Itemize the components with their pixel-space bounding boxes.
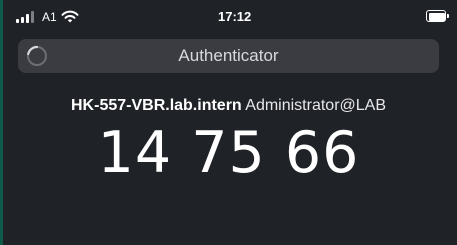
account-info: HK-557-VBR.lab.intern Administrator@LAB (0, 96, 457, 116)
server-name: HK-557-VBR.lab.intern (71, 97, 242, 114)
app-header: Authenticator (18, 39, 439, 73)
status-time: 17:12 (218, 9, 252, 24)
carrier-name: A1 (42, 10, 57, 24)
one-time-code: 14 75 66 (97, 120, 360, 186)
wifi-icon (61, 10, 79, 23)
status-bar: A1 17:12 (0, 0, 457, 32)
app-title: Authenticator (178, 46, 279, 65)
authenticator-screen: A1 17:12 Authenticator HK-557-VBR.lab.in… (0, 0, 457, 245)
signal-icon (16, 11, 36, 23)
user-name: Administrator@LAB (245, 97, 386, 114)
battery-icon (426, 10, 450, 22)
